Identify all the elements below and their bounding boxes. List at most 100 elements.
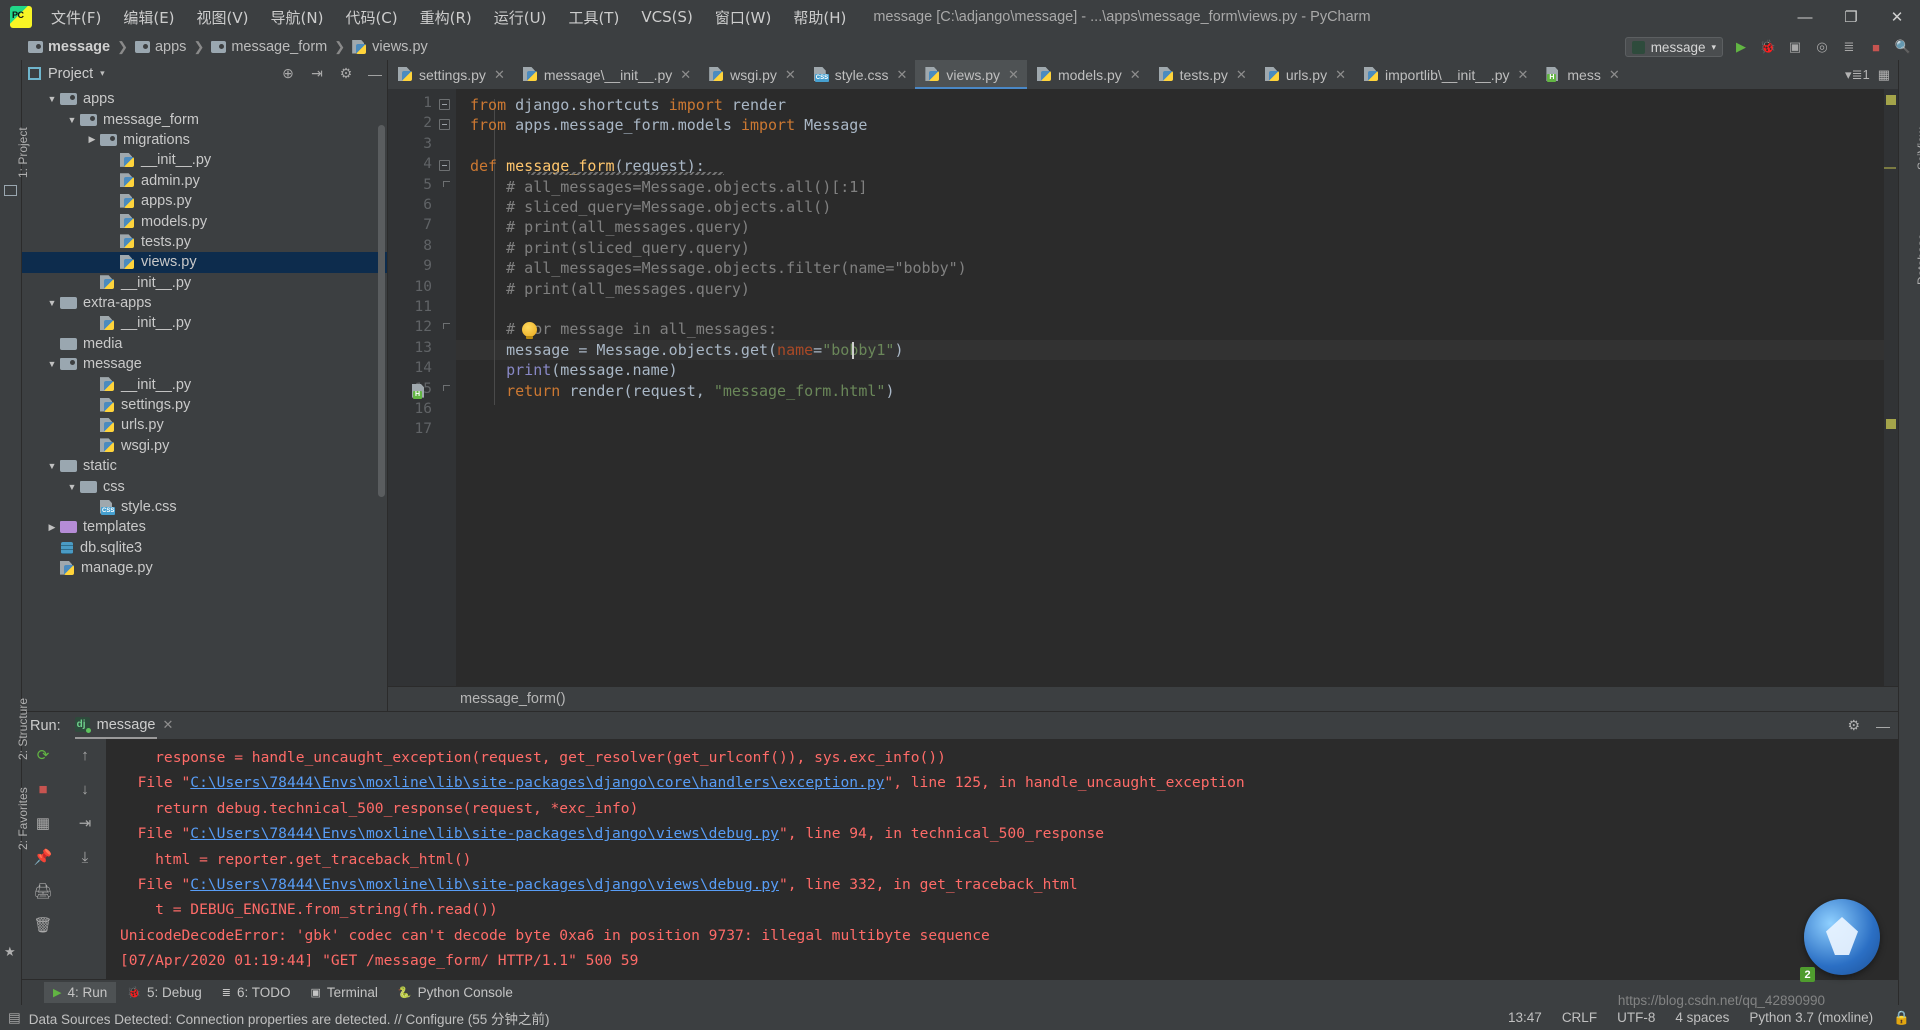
editor-gutter[interactable]: 1 2 3 4 5 6 7 8 9 10 11 12 13 14 15 16 17 <box>388 89 456 686</box>
status-line-separator[interactable]: CRLF <box>1562 1010 1597 1025</box>
settings-icon[interactable]: ⚙ <box>1847 717 1860 734</box>
settings-icon[interactable]: ⚙ <box>338 65 354 82</box>
editor-bottom-breadcrumb[interactable]: message_form() <box>388 686 1898 711</box>
pin-icon[interactable]: 📌 <box>33 847 53 867</box>
trash-icon[interactable]: 🗑 <box>33 915 53 935</box>
tree-item-__init__-py[interactable]: __init__.py <box>22 374 387 394</box>
close-button[interactable]: ✕ <box>1874 0 1920 34</box>
chevron-down-icon[interactable]: ▾ <box>100 68 105 79</box>
grid-icon[interactable]: ▦ <box>1878 67 1890 83</box>
breadcrumb-item-0[interactable]: message <box>28 39 110 55</box>
status-encoding[interactable]: UTF-8 <box>1617 1010 1655 1025</box>
tool-window-button-5--debug[interactable]: 🐞 5: Debug <box>118 982 211 1003</box>
menu-item-6[interactable]: 运行(U) <box>483 3 558 32</box>
breadcrumb-item-2[interactable]: message_form <box>211 39 327 55</box>
console-file-link[interactable]: C:\Users\78444\Envs\moxline\lib\site-pac… <box>190 774 884 791</box>
chevron-down-icon[interactable]: ▼ <box>44 94 60 104</box>
fold-marker[interactable] <box>443 180 450 187</box>
marker-strip[interactable] <box>1884 89 1898 686</box>
close-icon[interactable]: ✕ <box>1609 67 1620 83</box>
editor-tab-mess[interactable]: mess ✕ <box>1536 60 1627 89</box>
menu-item-1[interactable]: 编辑(E) <box>112 3 185 32</box>
scroll-to-end-icon[interactable]: ⤓ <box>75 847 95 867</box>
tree-item-message[interactable]: ▼ message <box>22 354 387 374</box>
editor-tab-settings-py[interactable]: settings.py ✕ <box>388 60 513 89</box>
tree-item-css[interactable]: ▼ css <box>22 476 387 496</box>
tree-item-extra-apps[interactable]: ▼ extra-apps <box>22 293 387 313</box>
tree-item-views-py[interactable]: views.py <box>22 252 387 273</box>
chevron-down-icon[interactable]: ▼ <box>44 359 60 369</box>
editor-tab-message-__init__-py[interactable]: message\__init__.py ✕ <box>513 60 699 89</box>
star-icon[interactable]: ★ <box>4 944 16 960</box>
menu-item-5[interactable]: 重构(R) <box>409 3 483 32</box>
fold-marker[interactable] <box>443 384 450 391</box>
chevron-down-icon[interactable]: ▼ <box>64 115 80 125</box>
hide-icon[interactable]: — <box>367 66 383 82</box>
notification-badge[interactable]: 2 <box>1800 967 1815 982</box>
tree-item-message_form[interactable]: ▼ message_form <box>22 109 387 129</box>
attach-icon[interactable]: ≣ <box>1840 38 1858 56</box>
chevron-down-icon[interactable]: ▼ <box>44 298 60 308</box>
coverage-icon[interactable]: ▣ <box>1786 38 1804 56</box>
close-icon[interactable]: ✕ <box>1517 67 1528 83</box>
menu-item-4[interactable]: 代码(C) <box>334 3 408 32</box>
tool-window-button-python-console[interactable]: 🐍 Python Console <box>389 982 522 1003</box>
menu-item-2[interactable]: 视图(V) <box>186 3 260 32</box>
warning-marker[interactable] <box>1884 167 1896 169</box>
tree-item-__init__-py[interactable]: __init__.py <box>22 150 387 170</box>
status-interpreter[interactable]: Python 3.7 (moxline) <box>1749 1010 1873 1025</box>
editor-tab-models-py[interactable]: models.py ✕ <box>1027 60 1149 89</box>
menu-item-10[interactable]: 帮助(H) <box>782 3 857 32</box>
status-indent[interactable]: 4 spaces <box>1675 1010 1729 1025</box>
close-icon[interactable]: ✕ <box>162 717 173 733</box>
status-message[interactable]: Data Sources Detected: Connection proper… <box>29 1008 550 1028</box>
close-icon[interactable]: ✕ <box>1236 67 1247 83</box>
chevron-down-icon[interactable]: ▼ <box>64 482 80 492</box>
tree-item-static[interactable]: ▼ static <box>22 456 387 476</box>
tool-button-sciview[interactable]: SciView <box>1915 128 1920 170</box>
menu-item-0[interactable]: 文件(F) <box>40 3 112 32</box>
html-file-icon[interactable] <box>412 384 427 399</box>
profile-icon[interactable]: ◎ <box>1813 38 1831 56</box>
fold-marker[interactable] <box>439 99 450 110</box>
tool-window-button-terminal[interactable]: ▣ Terminal <box>302 982 387 1003</box>
tree-item-tests-py[interactable]: tests.py <box>22 232 387 252</box>
stop-icon[interactable]: ■ <box>33 779 53 799</box>
collapse-all-icon[interactable]: ⇥ <box>309 65 325 82</box>
lock-icon[interactable]: 🔒 <box>1893 1010 1910 1026</box>
soft-wrap-icon[interactable]: ⇥ <box>75 813 95 833</box>
code-editor[interactable]: 1234567891011121314151617 from django.sh… <box>388 89 1898 686</box>
maximize-button[interactable]: ❐ <box>1828 0 1874 34</box>
tree-item-models-py[interactable]: models.py <box>22 211 387 231</box>
editor-tab-tests-py[interactable]: tests.py ✕ <box>1149 60 1255 89</box>
tree-item-manage-py[interactable]: manage.py <box>22 558 387 578</box>
up-arrow-icon[interactable]: ↑ <box>75 745 95 765</box>
tree-item-settings-py[interactable]: settings.py <box>22 395 387 415</box>
code-text[interactable]: from django.shortcuts import render from … <box>456 89 1898 686</box>
tool-button-database[interactable]: Database <box>1915 234 1920 285</box>
tree-item-migrations[interactable]: ▶ migrations <box>22 130 387 150</box>
layout-icon[interactable]: ▦ <box>33 813 53 833</box>
print-icon[interactable]: 🖨 <box>33 881 53 901</box>
fold-marker[interactable] <box>439 119 450 131</box>
menu-item-9[interactable]: 窗口(W) <box>704 3 783 32</box>
tree-item-__init__-py[interactable]: __init__.py <box>22 313 387 333</box>
run-icon[interactable]: ▶ <box>1732 38 1750 56</box>
console-file-link[interactable]: C:\Users\78444\Envs\moxline\lib\site-pac… <box>190 825 779 842</box>
debug-icon[interactable]: 🐞 <box>1759 38 1777 56</box>
editor-tab-importlib-__init__-py[interactable]: importlib\__init__.py ✕ <box>1354 60 1536 89</box>
tree-item-admin-py[interactable]: admin.py <box>22 171 387 191</box>
project-tree[interactable]: ▼ apps ▼ message_form ▶ migrations __init__.py… <box>22 87 387 711</box>
down-arrow-icon[interactable]: ↓ <box>75 779 95 799</box>
rerun-icon[interactable]: ⟳ <box>33 745 53 765</box>
minimize-icon[interactable]: — <box>1876 718 1890 734</box>
search-icon[interactable]: 🔍 <box>1894 38 1912 56</box>
editor-tab-urls-py[interactable]: urls.py ✕ <box>1255 60 1354 89</box>
minimize-button[interactable]: — <box>1782 0 1828 34</box>
project-tree-scrollbar[interactable] <box>378 125 385 497</box>
tree-item-style-css[interactable]: style.css <box>22 497 387 517</box>
fold-marker[interactable] <box>439 160 450 172</box>
tool-window-button-6--todo[interactable]: ≣ 6: TODO <box>213 982 300 1003</box>
fold-marker[interactable] <box>443 323 450 330</box>
error-marker[interactable] <box>1886 95 1896 105</box>
